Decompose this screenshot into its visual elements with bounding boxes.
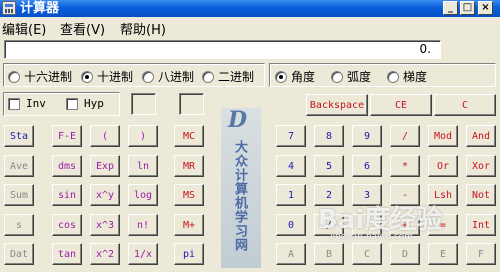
radio-grads[interactable]: 梯度 (387, 68, 427, 85)
digit-7-button[interactable]: 7 (276, 125, 306, 147)
inv-checkbox[interactable]: Inv (8, 97, 46, 110)
sum-button[interactable]: Sum (4, 184, 34, 206)
radio-bin[interactable]: 二进制 (202, 68, 254, 85)
exp-button[interactable]: Exp (90, 155, 120, 177)
maximize-button[interactable]: □ (460, 1, 475, 15)
s-button[interactable]: s (4, 214, 34, 236)
radio-icon (202, 70, 214, 83)
menu-bar: 编辑(E) 查看(V) 帮助(H) (0, 17, 500, 38)
reciprocal-button[interactable]: 1/x (128, 243, 158, 265)
and-button[interactable]: And (466, 125, 496, 147)
hex-a-button[interactable]: A (276, 243, 306, 265)
radio-icon (331, 70, 343, 83)
right-paren-button[interactable]: ) (128, 125, 158, 147)
divide-button[interactable]: / (390, 125, 420, 147)
menu-help[interactable]: 帮助(H) (120, 19, 166, 38)
watermark-logo: D (228, 107, 248, 133)
clear-entry-button[interactable]: CE (370, 94, 432, 116)
radio-selected-icon (81, 70, 93, 83)
baidu-watermark-url: jingyan.baidu.com (330, 232, 414, 242)
result-display: 0. (4, 40, 441, 59)
not-button[interactable]: Not (466, 184, 496, 206)
baidu-watermark: Bai度经验 (318, 205, 443, 235)
multiply-button[interactable]: * (390, 155, 420, 177)
clear-button[interactable]: C (434, 94, 496, 116)
or-button[interactable]: Or (428, 155, 458, 177)
digit-6-button[interactable]: 6 (352, 155, 382, 177)
cos-button[interactable]: cos (52, 214, 82, 236)
x-squared-button[interactable]: x^2 (90, 243, 120, 265)
pi-button[interactable]: pi (174, 243, 204, 265)
x-pow-y-button[interactable]: x^y (90, 184, 120, 206)
checkbox-icon (8, 97, 20, 110)
checkbox-icon (66, 97, 78, 110)
tan-button[interactable]: tan (52, 243, 82, 265)
x-cubed-button[interactable]: x^3 (90, 214, 120, 236)
radio-degrees[interactable]: 角度 (275, 68, 315, 85)
title-bar[interactable]: 计算器 _ □ × (0, 0, 500, 17)
ave-button[interactable]: Ave (4, 155, 34, 177)
ln-button[interactable]: ln (128, 155, 158, 177)
sta-button[interactable]: Sta (4, 125, 34, 147)
mod-button[interactable]: Mod (428, 125, 458, 147)
minimize-button[interactable]: _ (443, 1, 458, 15)
xor-button[interactable]: Xor (466, 155, 496, 177)
memory-recall-button[interactable]: MR (174, 155, 204, 177)
log-button[interactable]: log (128, 184, 158, 206)
memory-indicator (179, 93, 204, 115)
radio-icon (387, 70, 399, 83)
digit-0-button[interactable]: 0 (276, 214, 306, 236)
memory-store-button[interactable]: MS (174, 184, 204, 206)
digit-1-button[interactable]: 1 (276, 184, 306, 206)
hex-b-button[interactable]: B (314, 243, 344, 265)
int-button[interactable]: Int (466, 214, 496, 236)
hyp-checkbox[interactable]: Hyp (66, 97, 104, 110)
memory-clear-button[interactable]: MC (174, 125, 204, 147)
dms-button[interactable]: dms (52, 155, 82, 177)
sin-button[interactable]: sin (52, 184, 82, 206)
calculator-icon (2, 1, 16, 15)
digit-5-button[interactable]: 5 (314, 155, 344, 177)
hex-d-button[interactable]: D (390, 243, 420, 265)
radio-oct[interactable]: 八进制 (142, 68, 194, 85)
left-paren-button[interactable]: ( (90, 125, 120, 147)
digit-9-button[interactable]: 9 (352, 125, 382, 147)
close-button[interactable]: × (478, 1, 493, 15)
dat-button[interactable]: Dat (4, 243, 34, 265)
radio-icon (142, 70, 154, 83)
menu-view[interactable]: 查看(V) (60, 19, 105, 38)
fe-button[interactable]: F-E (52, 125, 82, 147)
radio-hex[interactable]: 十六进制 (8, 68, 72, 85)
hex-e-button[interactable]: E (428, 243, 458, 265)
radio-icon (8, 70, 20, 83)
radio-radians[interactable]: 弧度 (331, 68, 371, 85)
parenthesis-indicator (131, 93, 156, 115)
radio-dec[interactable]: 十进制 (81, 68, 133, 85)
window-title: 计算器 (20, 1, 60, 16)
hex-c-button[interactable]: C (352, 243, 382, 265)
memory-add-button[interactable]: M+ (174, 214, 204, 236)
radio-selected-icon (275, 70, 287, 83)
backspace-button[interactable]: Backspace (306, 94, 368, 116)
digit-8-button[interactable]: 8 (314, 125, 344, 147)
hex-f-button[interactable]: F (466, 243, 496, 265)
factorial-button[interactable]: n! (128, 214, 158, 236)
watermark-text: 大众计算机学习网 (232, 140, 247, 252)
digit-4-button[interactable]: 4 (276, 155, 306, 177)
menu-edit[interactable]: 编辑(E) (2, 19, 46, 38)
